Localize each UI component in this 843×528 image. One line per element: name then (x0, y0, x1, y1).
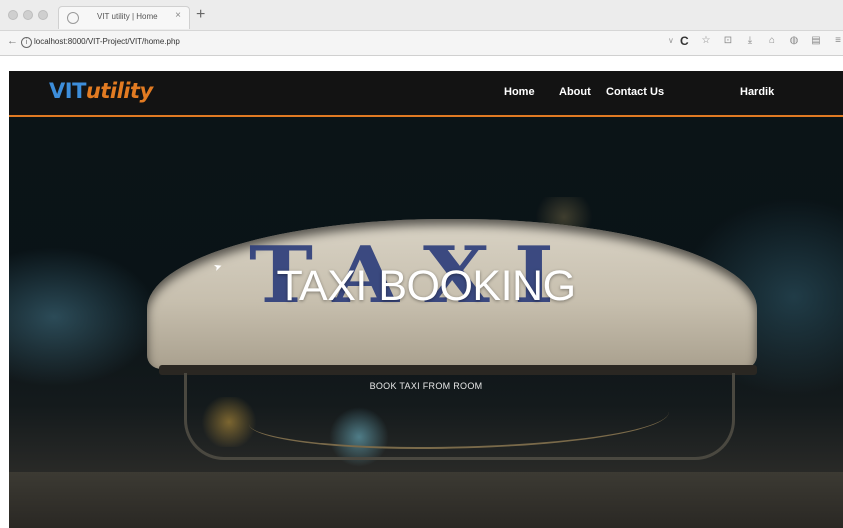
browser-tab[interactable]: VIT utility | Home × (58, 6, 190, 29)
maximize-window-button[interactable] (38, 10, 48, 20)
nav-link-user[interactable]: Hardik (740, 86, 774, 98)
download-icon[interactable]: ⤓ (744, 35, 756, 46)
minimize-window-button[interactable] (23, 10, 33, 20)
shield-icon[interactable]: ◍ (788, 35, 800, 46)
nav-link-contact[interactable]: Contact Us (606, 86, 664, 98)
brand-logo[interactable]: VITutility (49, 79, 153, 103)
globe-icon (67, 12, 79, 24)
new-tab-button[interactable]: + (196, 5, 205, 25)
menu-icon[interactable]: ▤ (810, 35, 822, 46)
lock-icon[interactable]: ⊡ (722, 35, 734, 46)
close-tab-icon[interactable]: × (175, 10, 181, 21)
toolbar-icons: ☆ ⊡ ⤓ ⌂ ◍ ▤ ≡ (700, 35, 843, 46)
back-icon[interactable]: ← (7, 35, 18, 47)
hero-section: TAXI TAXI BOOKING BOOK TAXI FROM ROOM ➤ (9, 117, 843, 528)
reload-icon[interactable]: C (680, 34, 689, 48)
chevron-down-icon[interactable]: ∨ (668, 36, 674, 45)
site-navbar: VITutility Home About Contact Us Hardik (9, 71, 843, 117)
tab-title: VIT utility | Home (97, 12, 158, 21)
info-icon[interactable]: i (21, 37, 32, 48)
star-icon[interactable]: ☆ (700, 35, 712, 46)
car-roof (9, 472, 843, 528)
browser-tab-bar: VIT utility | Home × + (0, 0, 843, 31)
browser-toolbar: ← i localhost:8000/VIT-Project/VIT/home.… (0, 31, 843, 56)
brand-vit: VIT (49, 79, 86, 103)
address-bar[interactable]: localhost:8000/VIT-Project/VIT/home.php (34, 35, 674, 49)
hero-title: TAXI BOOKING (276, 262, 576, 310)
hero-subtitle: BOOK TAXI FROM ROOM (369, 381, 483, 391)
nav-link-home[interactable]: Home (504, 86, 535, 98)
overflow-icon[interactable]: ≡ (832, 35, 843, 46)
brand-utility: utility (85, 79, 153, 103)
window-controls (8, 10, 48, 20)
home-icon[interactable]: ⌂ (766, 35, 778, 46)
close-window-button[interactable] (8, 10, 18, 20)
nav-link-about[interactable]: About (559, 86, 591, 98)
